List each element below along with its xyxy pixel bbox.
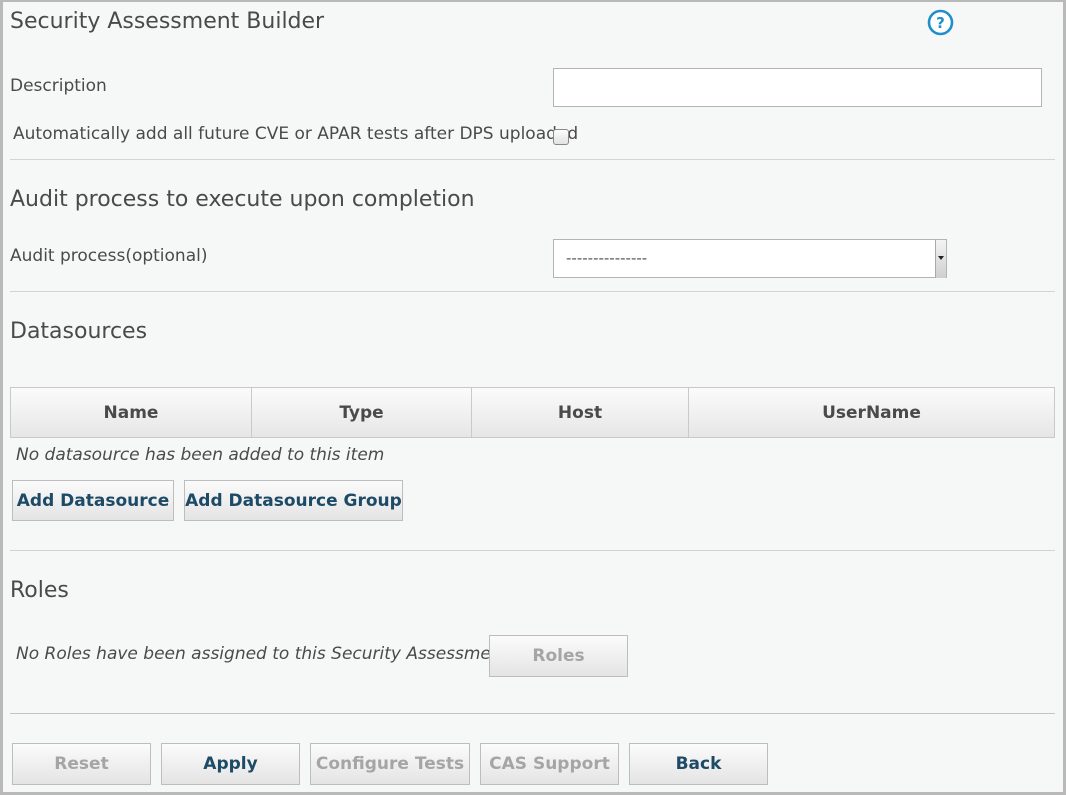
column-header-username[interactable]: UserName: [689, 388, 1054, 437]
divider: [10, 550, 1055, 551]
datasources-empty-text: No datasource has been added to this ite…: [16, 445, 385, 465]
reset-button[interactable]: Reset: [12, 743, 151, 785]
roles-heading: Roles: [10, 578, 69, 603]
auto-add-checkbox[interactable]: [553, 129, 569, 145]
divider: [10, 159, 1055, 160]
add-datasource-button[interactable]: Add Datasource: [12, 480, 174, 521]
datasources-table-header: Name Type Host UserName: [10, 387, 1055, 438]
roles-empty-text: No Roles have been assigned to this Secu…: [16, 644, 509, 664]
divider: [10, 713, 1055, 714]
audit-process-select[interactable]: ---------------: [553, 239, 947, 278]
svg-text:?: ?: [936, 14, 945, 32]
datasources-heading: Datasources: [10, 319, 148, 344]
page-title: Security Assessment Builder: [10, 9, 325, 34]
audit-heading: Audit process to execute upon completion: [10, 187, 475, 212]
chevron-down-icon[interactable]: [935, 240, 946, 278]
description-label: Description: [10, 76, 107, 96]
help-icon[interactable]: ?: [927, 9, 954, 36]
add-datasource-group-button[interactable]: Add Datasource Group: [184, 480, 403, 521]
configure-tests-button[interactable]: Configure Tests: [310, 743, 470, 785]
column-header-host[interactable]: Host: [472, 388, 689, 437]
apply-button[interactable]: Apply: [161, 743, 300, 785]
auto-add-label: Automatically add all future CVE or APAR…: [13, 124, 579, 144]
divider: [10, 291, 1055, 292]
back-button[interactable]: Back: [629, 743, 768, 785]
column-header-name[interactable]: Name: [11, 388, 252, 437]
cas-support-button[interactable]: CAS Support: [480, 743, 619, 785]
description-input[interactable]: [553, 68, 1042, 107]
roles-button[interactable]: Roles: [489, 635, 628, 677]
column-header-type[interactable]: Type: [252, 388, 472, 437]
audit-process-selected: ---------------: [566, 249, 648, 267]
audit-process-label: Audit process(optional): [10, 246, 208, 266]
